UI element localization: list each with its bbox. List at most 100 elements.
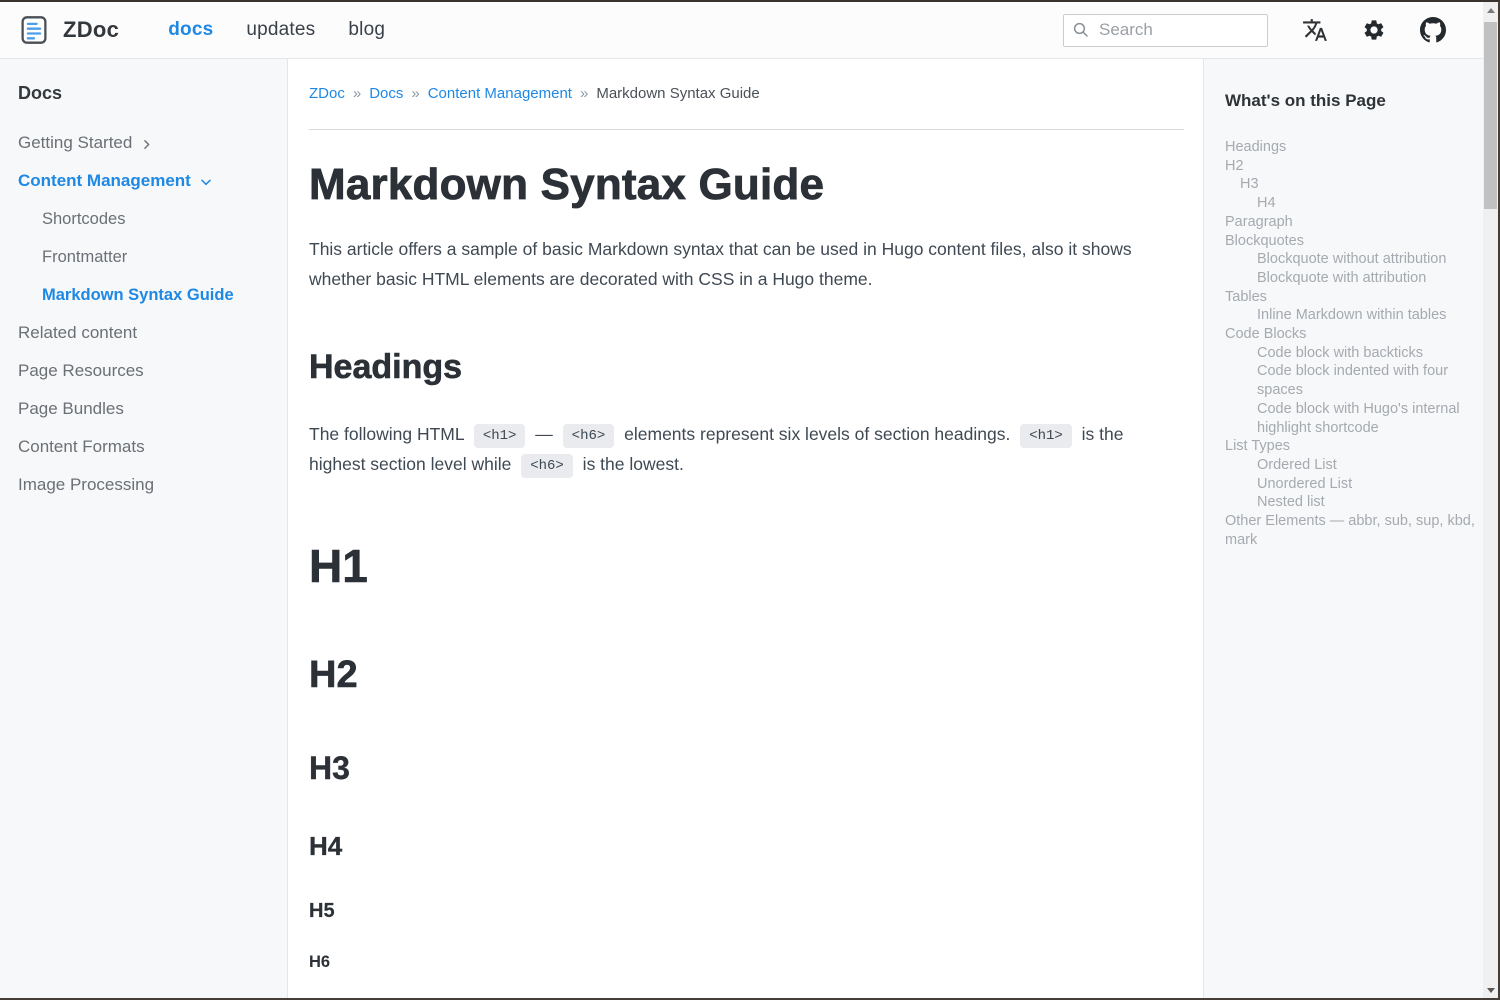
sidebar-item-label: Content Management	[18, 172, 191, 190]
sidebar-item-frontmatter[interactable]: Frontmatter	[18, 248, 273, 266]
sidebar-item-label: Page Resources	[18, 362, 144, 380]
toc-item-code-block-indented[interactable]: Code block indented with four spaces	[1225, 362, 1480, 399]
scrollbar-down-arrow[interactable]	[1483, 982, 1498, 998]
navbar-actions	[1063, 14, 1446, 47]
toc-sidebar: What's on this Page Headings H2 H3 H4 Pa…	[1203, 59, 1498, 998]
toc-item-nested-list[interactable]: Nested list	[1225, 493, 1480, 512]
sidebar-item-label: Shortcodes	[42, 210, 125, 228]
toc-item-blockquotes[interactable]: Blockquotes	[1225, 232, 1480, 251]
gear-icon	[1362, 18, 1386, 42]
sample-heading-h4: H4	[309, 831, 1184, 861]
docs-nav-list: Getting Started Content Management Short…	[18, 134, 273, 494]
paragraph-text: —	[530, 424, 557, 444]
sample-heading-h1: H1	[309, 541, 1184, 591]
toc-item-code-block-with-backticks[interactable]: Code block with backticks	[1225, 344, 1480, 363]
toc-item-code-block-highlight-shortcode[interactable]: Code block with Hugo's internal highligh…	[1225, 400, 1480, 437]
language-button[interactable]	[1302, 17, 1328, 43]
sidebar-item-page-resources[interactable]: Page Resources	[18, 362, 273, 380]
sample-heading-h5: H5	[309, 899, 1184, 923]
toc-item-list-types[interactable]: List Types	[1225, 437, 1480, 456]
window-scrollbar[interactable]	[1483, 2, 1498, 998]
inline-code-h6: <h6>	[521, 454, 573, 478]
github-button[interactable]	[1420, 17, 1446, 43]
top-navbar: ZDoc docs updates blog	[0, 2, 1498, 59]
sidebar-item-label: Image Processing	[18, 476, 154, 494]
toc-item-unordered-list[interactable]: Unordered List	[1225, 475, 1480, 494]
toc-item-h4[interactable]: H4	[1225, 194, 1480, 213]
sidebar-item-label: Markdown Syntax Guide	[42, 286, 234, 304]
sidebar-item-label: Page Bundles	[18, 400, 124, 418]
toc-list: Headings H2 H3 H4 Paragraph Blockquotes …	[1225, 138, 1480, 549]
breadcrumb-separator: »	[580, 85, 588, 102]
paragraph-text: is the lowest.	[578, 454, 684, 474]
breadcrumb-current: Markdown Syntax Guide	[596, 85, 759, 102]
github-icon	[1420, 17, 1446, 43]
zdoc-logo[interactable]: ZDoc	[20, 15, 119, 45]
breadcrumb-link-content-management[interactable]: Content Management	[428, 85, 572, 102]
breadcrumb-link-zdoc[interactable]: ZDoc	[309, 85, 345, 102]
triangle-up-icon	[1487, 8, 1495, 13]
sidebar-item-page-bundles[interactable]: Page Bundles	[18, 400, 273, 418]
toc-item-paragraph[interactable]: Paragraph	[1225, 213, 1480, 232]
sample-heading-h2: H2	[309, 653, 1184, 697]
breadcrumb-divider	[309, 129, 1184, 130]
triangle-down-icon	[1487, 988, 1495, 993]
toc-item-code-blocks[interactable]: Code Blocks	[1225, 325, 1480, 344]
toc-item-h2[interactable]: H2	[1225, 157, 1480, 176]
toc-item-headings[interactable]: Headings	[1225, 138, 1480, 157]
sidebar-item-getting-started[interactable]: Getting Started	[18, 134, 273, 152]
paragraph-text: The following HTML	[309, 424, 469, 444]
inline-code-h1: <h1>	[1020, 424, 1072, 448]
toc-item-other-elements[interactable]: Other Elements — abbr, sub, sup, kbd, ma…	[1225, 512, 1480, 549]
nav-link-updates[interactable]: updates	[246, 19, 315, 41]
nav-link-docs[interactable]: docs	[168, 19, 213, 41]
sidebar-item-content-formats[interactable]: Content Formats	[18, 438, 273, 456]
toc-item-ordered-list[interactable]: Ordered List	[1225, 456, 1480, 475]
docs-sidebar: Docs Getting Started Content Management …	[0, 59, 288, 998]
search-box[interactable]	[1063, 14, 1268, 47]
scrollbar-up-arrow[interactable]	[1483, 2, 1498, 18]
settings-button[interactable]	[1362, 18, 1386, 42]
paragraph-text: elements represent six levels of section…	[619, 424, 1015, 444]
sidebar-item-label: Content Formats	[18, 438, 145, 456]
toc-item-tables[interactable]: Tables	[1225, 288, 1480, 307]
sidebar-heading: Docs	[18, 83, 273, 104]
toc-heading: What's on this Page	[1225, 91, 1480, 111]
breadcrumb: ZDoc » Docs » Content Management » Markdown Sy…	[309, 86, 1184, 101]
sidebar-item-image-processing[interactable]: Image Processing	[18, 476, 273, 494]
sidebar-item-related-content[interactable]: Related content	[18, 324, 273, 342]
section-heading-headings: Headings	[309, 348, 1184, 386]
content-layout: Docs Getting Started Content Management …	[0, 59, 1498, 998]
sidebar-item-label: Frontmatter	[42, 248, 127, 266]
toc-item-h3[interactable]: H3	[1225, 175, 1480, 194]
chevron-down-icon	[199, 175, 213, 189]
article-lead: This article offers a sample of basic Ma…	[309, 234, 1169, 294]
sample-heading-h3: H3	[309, 749, 1184, 787]
sample-heading-h6: H6	[309, 952, 1184, 972]
scrollbar-thumb[interactable]	[1484, 22, 1497, 209]
toc-item-blockquote-without-attribution[interactable]: Blockquote without attribution	[1225, 250, 1480, 269]
chevron-right-icon	[140, 138, 153, 151]
article-main: ZDoc » Docs » Content Management » Markdown Sy…	[288, 59, 1203, 998]
page-title: Markdown Syntax Guide	[309, 161, 1184, 209]
sidebar-item-markdown-syntax-guide[interactable]: Markdown Syntax Guide	[18, 286, 273, 304]
sidebar-item-label: Getting Started	[18, 134, 132, 152]
nav-link-blog[interactable]: blog	[348, 19, 385, 41]
browser-page: ZDoc docs updates blog	[0, 0, 1500, 1000]
search-input[interactable]	[1099, 20, 1249, 40]
translate-icon	[1302, 17, 1328, 43]
search-icon	[1072, 21, 1090, 39]
toc-item-inline-markdown-within-tables[interactable]: Inline Markdown within tables	[1225, 306, 1480, 325]
sidebar-item-label: Related content	[18, 324, 137, 342]
sidebar-item-shortcodes[interactable]: Shortcodes	[18, 210, 273, 228]
inline-code-h1: <h1>	[474, 424, 526, 448]
headings-paragraph: The following HTML <h1> — <h6> elements …	[309, 419, 1171, 479]
toc-item-blockquote-with-attribution[interactable]: Blockquote with attribution	[1225, 269, 1480, 288]
document-logo-icon	[20, 15, 48, 45]
breadcrumb-link-docs[interactable]: Docs	[369, 85, 403, 102]
breadcrumb-separator: »	[353, 85, 361, 102]
brand-name: ZDoc	[63, 17, 119, 43]
inline-code-h6: <h6>	[563, 424, 615, 448]
sidebar-item-content-management[interactable]: Content Management	[18, 172, 273, 190]
breadcrumb-separator: »	[411, 85, 419, 102]
